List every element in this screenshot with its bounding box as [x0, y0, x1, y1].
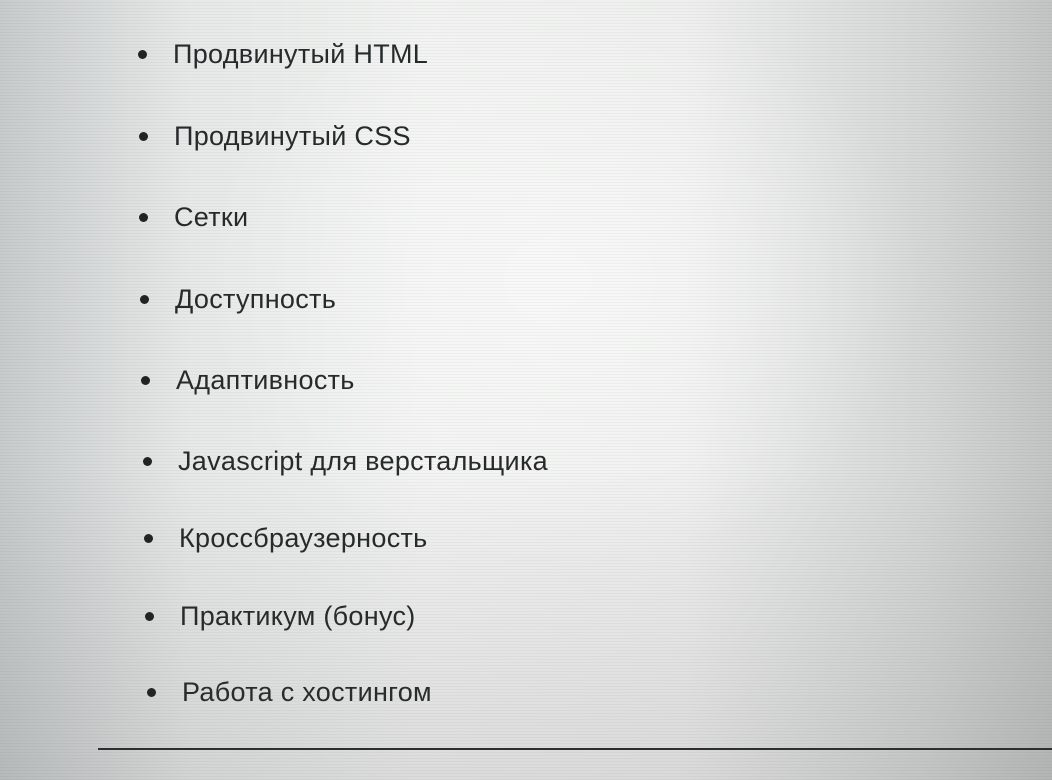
- course-topic-list: Продвинутый HTML Продвинутый CSS Сетки Д…: [0, 0, 1052, 780]
- list-item-label: Сетки: [174, 201, 249, 232]
- bullet-icon: [141, 375, 150, 385]
- list-item-grids: Сетки: [139, 197, 248, 237]
- list-item-advanced-css: Продвинутый CSS: [139, 116, 411, 156]
- bullet-icon: [138, 49, 147, 59]
- list-item-practicum: Практикум (бонус): [145, 596, 416, 636]
- list-item-label: Продвинутый HTML: [173, 38, 429, 69]
- list-item-advanced-html: Продвинутый HTML: [138, 34, 428, 74]
- list-item-adaptivity: Адаптивность: [141, 360, 355, 400]
- list-item-label: Кроссбраузерность: [179, 522, 428, 553]
- list-item-cross-browser: Кроссбраузерность: [144, 518, 428, 558]
- bullet-icon: [139, 212, 148, 222]
- list-item-label: Работа с хостингом: [182, 676, 432, 707]
- list-item-label: Адаптивность: [176, 364, 355, 395]
- divider-line: [98, 748, 1052, 750]
- bullet-icon: [145, 611, 154, 621]
- bullet-icon: [147, 687, 156, 697]
- bullet-icon: [140, 294, 149, 304]
- list-item-javascript: Javascript для верстальщика: [143, 441, 548, 481]
- list-item-accessibility: Доступность: [140, 279, 336, 319]
- list-item-hosting: Работа с хостингом: [147, 672, 432, 712]
- bullet-icon: [143, 456, 152, 466]
- bullet-icon: [139, 131, 148, 141]
- bullet-icon: [144, 533, 153, 543]
- list-item-label: Доступность: [175, 283, 337, 314]
- list-item-label: Продвинутый CSS: [174, 120, 411, 151]
- list-item-label: Javascript для верстальщика: [178, 445, 548, 476]
- list-item-label: Практикум (бонус): [180, 600, 416, 631]
